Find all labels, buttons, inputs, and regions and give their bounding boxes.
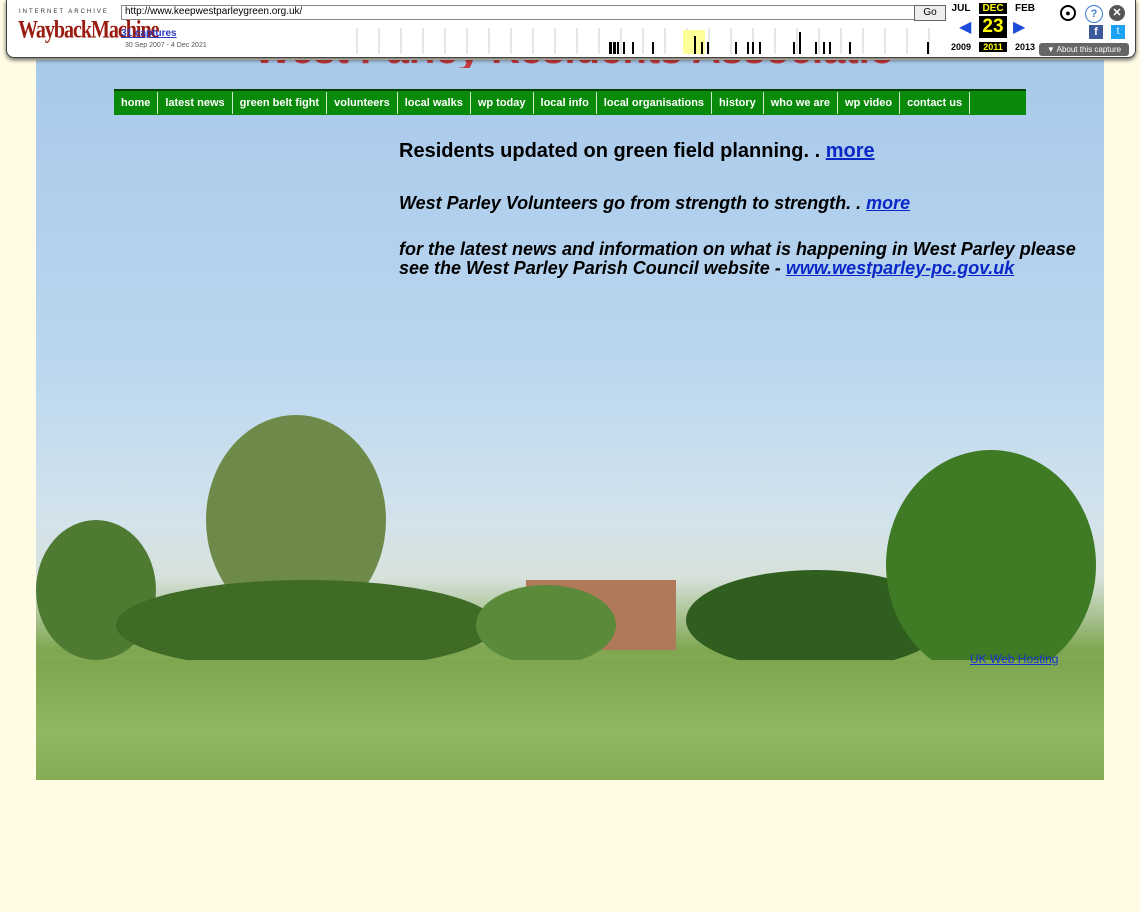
capture-range: 30 Sep 2007 - 4 Dec 2021 <box>125 42 207 49</box>
tree-right <box>886 450 1096 680</box>
facebook-icon[interactable]: f <box>1089 25 1103 39</box>
twitter-icon[interactable]: t <box>1111 25 1125 39</box>
nav-home[interactable]: home <box>114 92 159 114</box>
hedge-middle <box>476 585 616 665</box>
close-icon[interactable]: ✕ <box>1109 5 1125 21</box>
wayback-toolbar: INTERNET ARCHIVE WaybackMachine http://w… <box>6 0 1136 58</box>
help-icon[interactable]: ? <box>1085 5 1103 23</box>
nav-local-info[interactable]: local info <box>534 92 597 114</box>
parish-info: for the latest news and information on w… <box>399 239 1076 278</box>
prev-capture-arrow-icon[interactable]: ◀ <box>959 20 971 36</box>
nav-local-organisations[interactable]: local organisations <box>597 92 713 114</box>
nav-wp-video[interactable]: wp video <box>838 92 901 114</box>
headline: Residents updated on green field plannin… <box>399 140 875 162</box>
current-month: DEC <box>979 3 1007 14</box>
go-button[interactable]: Go <box>914 5 946 21</box>
nav-contact-us[interactable]: contact us <box>900 92 971 114</box>
nav-volunteers[interactable]: volunteers <box>327 92 398 114</box>
headline-more-link[interactable]: more <box>826 140 875 162</box>
main-nav: home latest news green belt fight volunt… <box>114 89 1026 115</box>
nav-latest-news[interactable]: latest news <box>158 92 233 114</box>
nav-local-walks[interactable]: local walks <box>398 92 471 114</box>
captures-link[interactable]: 31 captures <box>121 28 177 39</box>
current-day: 23 <box>979 16 1007 38</box>
news-block: Residents updated on green field plannin… <box>399 140 1104 296</box>
parish-council-link[interactable]: www.westparley-pc.gov.uk <box>786 258 1014 278</box>
about-capture-button[interactable]: ▼ About this capture <box>1039 43 1129 56</box>
web-hosting-link[interactable]: UK Web Hosting <box>970 652 1058 666</box>
prev-month[interactable]: JUL <box>947 3 975 14</box>
hero-image: West Parley Residents Association home l… <box>36 60 1104 780</box>
nav-history[interactable]: history <box>712 92 764 114</box>
capture-sparkline[interactable] <box>337 28 942 54</box>
url-input[interactable]: http://www.keepwestparleygreen.org.uk/ <box>121 5 917 20</box>
hedge-left <box>116 580 496 670</box>
nav-green-belt-fight[interactable]: green belt fight <box>233 92 328 114</box>
nav-wp-today[interactable]: wp today <box>471 92 534 114</box>
field <box>36 660 1104 780</box>
user-icon[interactable]: ● <box>1060 5 1076 21</box>
current-year: 2011 <box>979 42 1007 52</box>
prev-year[interactable]: 2009 <box>947 42 975 52</box>
next-capture-arrow-icon[interactable]: ▶ <box>1013 20 1025 36</box>
next-month[interactable]: FEB <box>1011 3 1039 14</box>
volunteers-more-link[interactable]: more <box>866 193 910 213</box>
chevron-down-icon: ▼ <box>1046 45 1057 54</box>
next-year[interactable]: 2013 <box>1011 42 1039 52</box>
nav-who-we-are[interactable]: who we are <box>764 92 839 114</box>
wayback-logo-top: INTERNET ARCHIVE <box>19 9 109 15</box>
volunteers-news: West Parley Volunteers go from strength … <box>399 193 911 213</box>
site-title: West Parley Residents Association <box>254 60 894 68</box>
